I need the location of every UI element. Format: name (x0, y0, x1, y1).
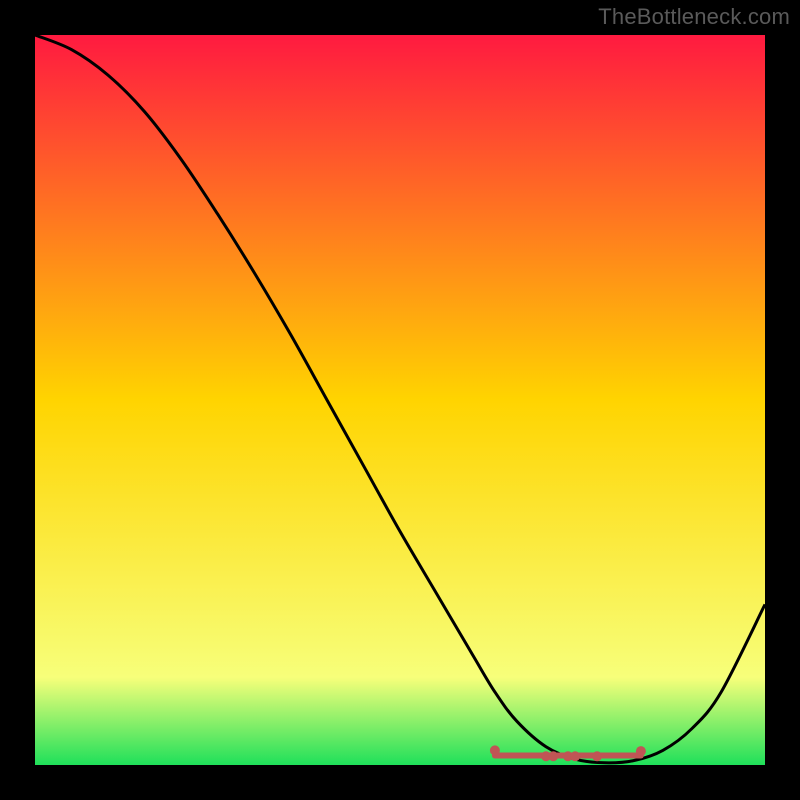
plot-area (35, 35, 765, 765)
optimal-band-dot (548, 751, 558, 761)
chart-frame: TheBottleneck.com (0, 0, 800, 800)
chart-svg (35, 35, 765, 765)
gradient-background (35, 35, 765, 765)
optimal-band-dot (592, 751, 602, 761)
optimal-band-dot (490, 745, 500, 755)
optimal-band-dot (636, 746, 646, 756)
optimal-band-dot (570, 751, 580, 761)
watermark-text: TheBottleneck.com (598, 4, 790, 30)
